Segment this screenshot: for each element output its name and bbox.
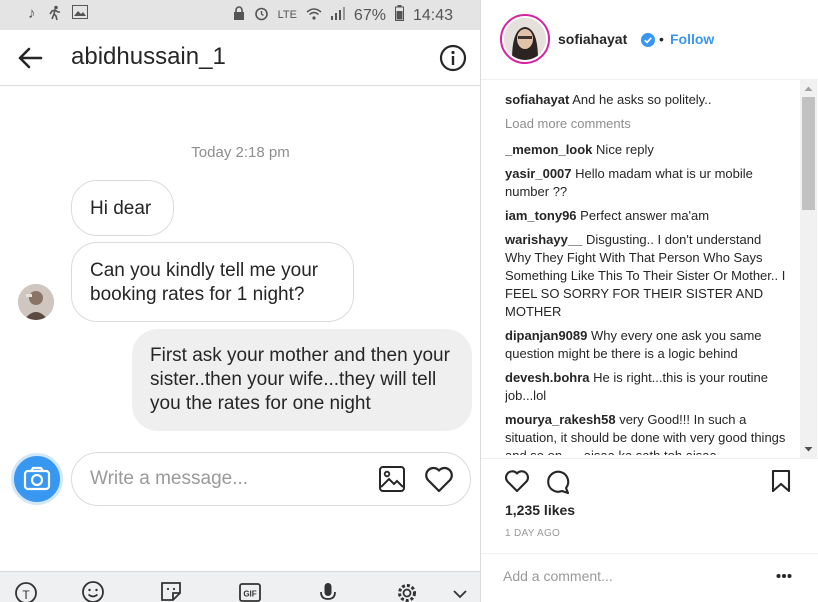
comment-username[interactable]: _memon_look [505,142,592,157]
info-icon[interactable] [438,43,468,73]
gallery-notification-icon [71,5,88,25]
verified-badge-icon [641,33,655,47]
incoming-message[interactable]: Hi dear [71,180,174,236]
comment-input[interactable] [503,566,753,586]
incoming-message[interactable]: Can you kindly tell me your booking rate… [71,242,354,322]
like-heart-icon[interactable] [504,469,530,493]
activity-icon [46,5,62,25]
follow-button[interactable]: Follow [670,31,714,47]
add-comment-bar [481,553,818,602]
more-options-icon[interactable] [776,573,792,579]
wifi-icon [306,7,322,25]
comment-username[interactable]: sofiahayat [505,92,569,107]
comment-text: Nice reply [596,142,654,157]
lock-icon [233,6,245,25]
outgoing-message[interactable]: First ask your mother and then your sist… [132,329,472,431]
collapse-icon[interactable] [447,578,473,602]
scroll-up-arrow-icon[interactable] [800,80,817,97]
comment-item: yasir_0007 Hello madam what is ur mobile… [505,165,790,201]
settings-icon[interactable] [394,578,420,602]
scrollbar-thumb[interactable] [802,97,815,210]
follow-separator: • [659,31,664,47]
comment-username[interactable]: yasir_0007 [505,166,572,181]
battery-icon [394,5,404,26]
comments-list: sofiahayat And he asks so politely.. Loa… [505,91,790,455]
music-icon: ♪ [28,5,36,22]
message-input[interactable] [90,467,360,491]
conversation-timestamp: Today 2:18 pm [191,144,290,161]
comment-username[interactable]: warishayy__ [505,232,582,247]
post-age: 1 DAY AGO [505,528,561,539]
emoji-icon[interactable] [80,578,106,602]
network-type-label: LTE [277,9,297,21]
comment-item: dipanjan9089 Why every one ask you same … [505,327,790,363]
comment-username[interactable]: mourya_rakesh58 [505,412,616,427]
sender-avatar[interactable] [18,284,54,320]
post-actions: 1,235 likes 1 DAY AGO [481,458,818,568]
scroll-down-arrow-icon[interactable] [800,441,817,458]
comment-username[interactable]: iam_tony96 [505,208,577,223]
gif-label: GIF [243,590,256,599]
back-arrow-icon[interactable] [16,44,44,72]
clock-time: 14:43 [412,6,453,24]
post-panel: sofiahayat • Follow sofiahayat And he as… [481,0,818,602]
comment-text: And he asks so politely.. [572,92,712,107]
comment-item: warishayy__ Disgusting.. I don't underst… [505,231,790,321]
microphone-icon[interactable] [315,578,341,602]
comment-item: devesh.bohra He is right...this is your … [505,369,790,405]
direct-message-screen: ♪ LTE 67% 14:43 abidhussain_1 Today 2:18… [0,0,481,602]
camera-button[interactable] [11,453,63,505]
post-header: sofiahayat • Follow [481,0,818,80]
chat-header: abidhussain_1 [0,30,480,86]
signal-icon [330,6,345,25]
load-more-comments[interactable]: Load more comments [505,115,790,133]
sticker-icon[interactable] [158,578,184,602]
comments-scrollbar[interactable] [800,80,817,458]
gallery-icon[interactable] [378,465,406,493]
comment-username[interactable]: devesh.bohra [505,370,590,385]
comment-text: Perfect answer ma'am [580,208,710,223]
post-caption: sofiahayat And he asks so politely.. [505,91,790,109]
comment-item: _memon_look Nice reply [505,141,790,159]
battery-level: 67% [353,6,386,24]
svg-text:T: T [22,588,30,602]
message-composer [71,452,471,506]
translate-icon[interactable]: T [13,578,39,602]
keyboard-toolbar: T GIF [0,571,480,602]
poster-username[interactable]: sofiahayat [558,31,627,47]
comment-username[interactable]: dipanjan9089 [505,328,587,343]
likes-count[interactable]: 1,235 likes [505,502,575,518]
bookmark-icon[interactable] [771,469,791,493]
comment-item: mourya_rakesh58 very Good!!! In such a s… [505,411,790,455]
comment-bubble-icon[interactable] [545,469,571,495]
chat-title[interactable]: abidhussain_1 [71,43,226,71]
status-bar: ♪ LTE 67% 14:43 [0,0,480,30]
comment-item: iam_tony96 Perfect answer ma'am [505,207,790,225]
poster-avatar[interactable] [500,14,550,64]
gif-icon[interactable]: GIF [237,578,263,602]
alarm-icon [254,6,269,26]
heart-icon[interactable] [424,465,454,493]
